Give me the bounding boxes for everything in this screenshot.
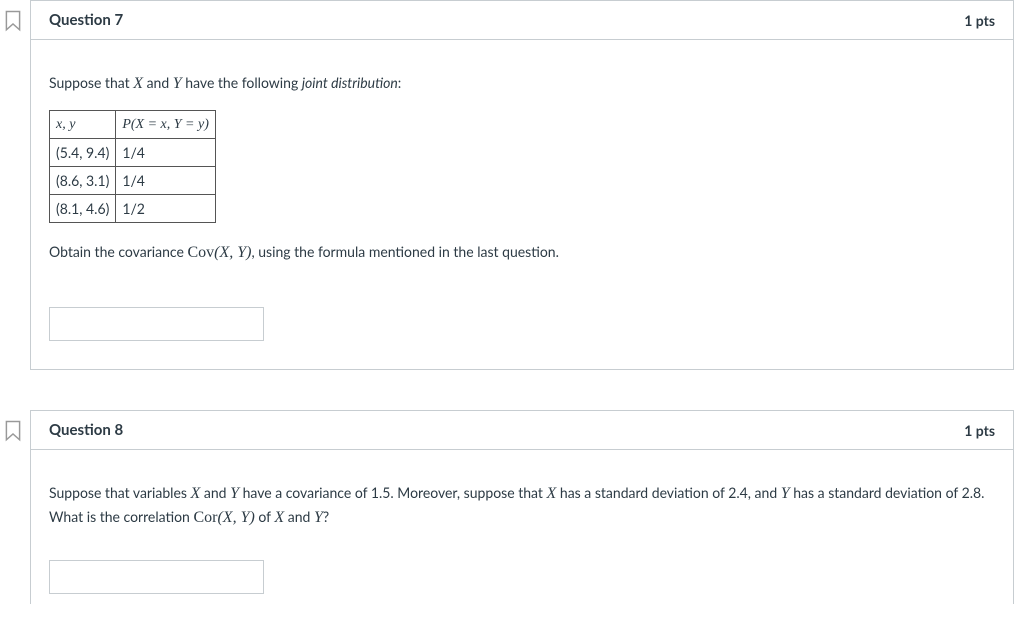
question-body: Suppose that X and Y have the following …	[31, 40, 1013, 369]
table-header-p: P(X = x, Y = y)	[116, 111, 216, 139]
question-points: 1 pts	[964, 422, 995, 439]
distribution-table: x, y P(X = x, Y = y) (5.4, 9.4) 1/4 (8.6…	[49, 110, 216, 223]
intro-text: Suppose that X and Y have the following …	[49, 72, 995, 96]
question-text: Suppose that variables X and Y have a co…	[49, 482, 995, 530]
question-title: Question 7	[49, 11, 123, 29]
table-row: (5.4, 9.4) 1/4	[50, 139, 216, 167]
question-card-8: Question 8 1 pts Suppose that variables …	[30, 410, 1014, 604]
question-header: Question 7 1 pts	[31, 1, 1013, 40]
question-points: 1 pts	[964, 12, 995, 29]
joint-dist-link: joint distribution	[302, 74, 398, 91]
instruction-text: Obtain the covariance Cov(X, Y), using t…	[49, 241, 995, 265]
bookmark-icon[interactable]	[4, 10, 22, 32]
question-card-7: Question 7 1 pts Suppose that X and Y ha…	[30, 0, 1014, 370]
question-block-8: Question 8 1 pts Suppose that variables …	[0, 410, 1024, 604]
question-title: Question 8	[49, 421, 123, 439]
bookmark-icon[interactable]	[4, 420, 22, 442]
table-row: (8.6, 3.1) 1/4	[50, 167, 216, 195]
question-block-7: Question 7 1 pts Suppose that X and Y ha…	[0, 0, 1024, 370]
answer-input-q8[interactable]	[49, 560, 264, 594]
table-header-xy: x, y	[50, 111, 116, 139]
question-header: Question 8 1 pts	[31, 411, 1013, 450]
answer-input-q7[interactable]	[49, 307, 264, 341]
table-header-row: x, y P(X = x, Y = y)	[50, 111, 216, 139]
table-row: (8.1, 4.6) 1/2	[50, 195, 216, 223]
question-body: Suppose that variables X and Y have a co…	[31, 450, 1013, 604]
